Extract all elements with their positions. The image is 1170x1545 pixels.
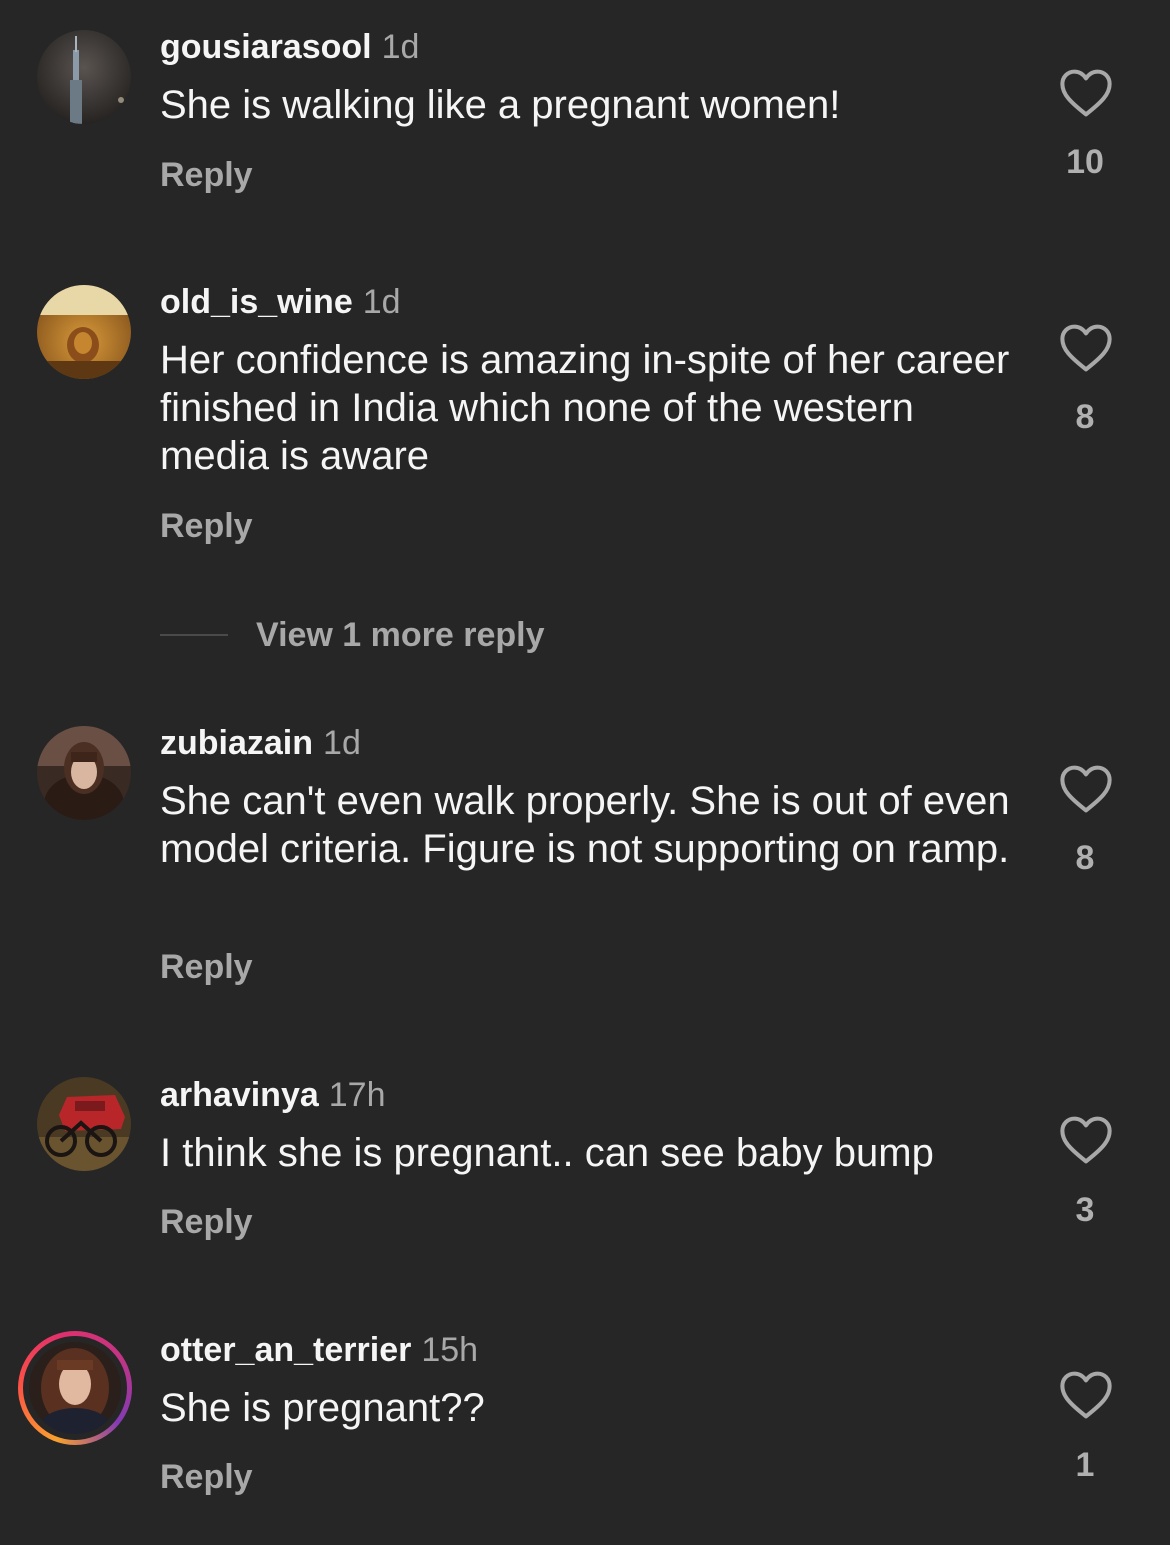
heart-outline-icon [1060,1116,1112,1164]
view-more-replies-label: View 1 more reply [256,615,545,654]
comment-username[interactable]: otter_an_terrier [160,1331,411,1369]
divider [160,634,228,636]
reply-button[interactable]: Reply [160,506,253,546]
comment-username[interactable]: old_is_wine [160,283,353,321]
comment-timestamp: 1d [323,724,361,762]
comment-timestamp: 17h [328,1076,386,1114]
avatar[interactable] [37,1077,131,1171]
avatar [29,1342,121,1434]
avatar[interactable] [37,285,131,379]
like-button[interactable] [1059,764,1113,814]
reply-button[interactable]: Reply [160,155,253,195]
comment-text: Her confidence is amazing in-spite of he… [160,338,1010,478]
like-button[interactable] [1059,68,1113,118]
like-button[interactable] [1059,323,1113,373]
reply-button[interactable]: Reply [160,1202,253,1242]
avatar[interactable] [37,30,131,124]
like-count: 8 [1075,839,1095,877]
story-avatar[interactable] [18,1331,132,1445]
comment-text: She is pregnant?? [160,1386,485,1430]
comment-text: I think she is pregnant.. can see baby b… [160,1131,934,1175]
story-ring-gap [23,1336,127,1440]
comment-timestamp: 15h [421,1331,479,1369]
like-count: 8 [1075,398,1095,436]
like-button[interactable] [1059,1370,1113,1420]
comment-timestamp: 1d [362,283,401,321]
comment-username[interactable]: zubiazain [160,724,313,762]
heart-outline-icon [1060,69,1112,117]
reply-button[interactable]: Reply [160,947,253,987]
avatar[interactable] [37,726,131,820]
heart-outline-icon [1060,324,1112,372]
comment-username[interactable]: gousiarasool [160,28,372,66]
like-button[interactable] [1059,1115,1113,1165]
comment-username[interactable]: arhavinya [160,1076,319,1114]
heart-outline-icon [1060,1371,1112,1419]
like-count: 10 [1066,143,1104,181]
comment-text: She can't even walk properly. She is out… [160,779,1010,871]
comment-text: She is walking like a pregnant women! [160,83,841,127]
reply-button[interactable]: Reply [160,1457,253,1497]
like-count: 3 [1075,1191,1095,1229]
like-count: 1 [1075,1446,1095,1484]
heart-outline-icon [1060,765,1112,813]
comment-timestamp: 1d [381,28,420,66]
view-more-replies-button[interactable]: View 1 more reply [160,615,545,655]
